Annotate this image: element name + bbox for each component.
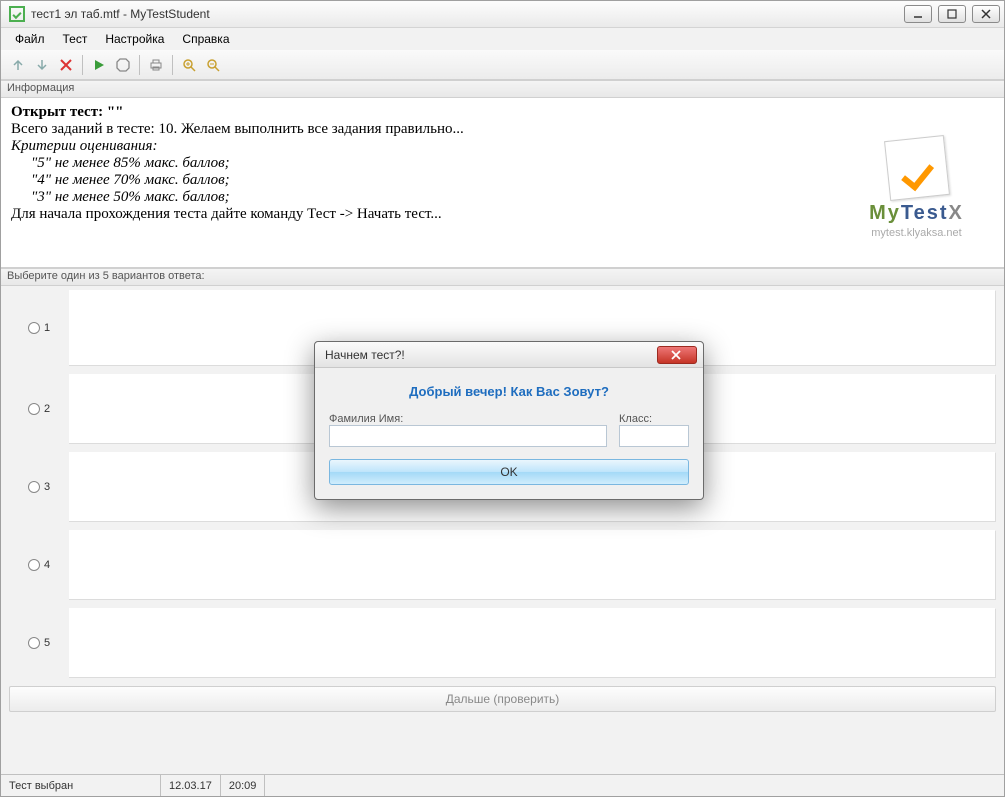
answer-row-5: 5 (9, 608, 996, 678)
status-state: Тест выбран (1, 775, 161, 796)
status-time: 20:09 (221, 775, 266, 796)
dialog-greeting: Добрый вечер! Как Вас Зовут? (329, 384, 689, 399)
checkmark-icon (884, 135, 950, 201)
statusbar: Тест выбран 12.03.17 20:09 (1, 774, 1004, 796)
info-pane: Открыт тест: "" Всего заданий в тесте: 1… (1, 98, 1004, 268)
menubar: Файл Тест Настройка Справка (1, 28, 1004, 50)
class-input[interactable] (619, 425, 689, 447)
toolbar-separator (139, 55, 140, 75)
answer-body-5 (69, 608, 996, 678)
start-test-dialog: Начнем тест?! Добрый вечер! Как Вас Зову… (314, 341, 704, 500)
toolbar (1, 50, 1004, 80)
answer-radio-5[interactable]: 5 (9, 608, 69, 678)
next-button[interactable]: Дальше (проверить) (9, 686, 996, 712)
stop-icon[interactable] (112, 54, 134, 76)
ok-button[interactable]: OK (329, 459, 689, 485)
zoom-out-icon[interactable] (202, 54, 224, 76)
radio-icon (28, 637, 40, 649)
answer-body-4 (69, 530, 996, 600)
zoom-in-icon[interactable] (178, 54, 200, 76)
menu-file[interactable]: Файл (7, 30, 53, 48)
radio-icon (28, 322, 40, 334)
answer-radio-4[interactable]: 4 (9, 530, 69, 600)
dialog-body: Добрый вечер! Как Вас Зовут? Фамилия Имя… (315, 368, 703, 499)
menu-help[interactable]: Справка (174, 30, 237, 48)
dialog-title: Начнем тест?! (325, 348, 405, 362)
minimize-button[interactable] (904, 5, 932, 23)
radio-icon (28, 403, 40, 415)
answer-radio-1[interactable]: 1 (9, 290, 69, 366)
maximize-button[interactable] (938, 5, 966, 23)
answer-radio-2[interactable]: 2 (9, 374, 69, 444)
toolbar-separator (172, 55, 173, 75)
brand-url: mytest.klyaksa.net (839, 227, 994, 239)
info-section-label: Информация (1, 80, 1004, 98)
answer-radio-3[interactable]: 3 (9, 452, 69, 522)
radio-icon (28, 559, 40, 571)
status-date: 12.03.17 (161, 775, 221, 796)
window-title: тест1 эл таб.mtf - MyTestStudent (31, 7, 210, 21)
toolbar-separator (82, 55, 83, 75)
print-icon[interactable] (145, 54, 167, 76)
radio-icon (28, 481, 40, 493)
titlebar: тест1 эл таб.mtf - MyTestStudent (1, 1, 1004, 28)
total-tasks-label: Всего заданий в тесте: 10. Желаем выполн… (11, 121, 994, 138)
brand-name: MyTestX (839, 202, 994, 225)
choose-section-label: Выберите один из 5 вариантов ответа: (1, 268, 1004, 286)
dialog-titlebar: Начнем тест?! (315, 342, 703, 368)
delete-icon[interactable] (55, 54, 77, 76)
app-logo: MyTestX mytest.klyaksa.net (839, 138, 994, 239)
answer-row-4: 4 (9, 530, 996, 600)
name-input[interactable] (329, 425, 607, 447)
play-icon[interactable] (88, 54, 110, 76)
dialog-close-button[interactable] (657, 346, 697, 364)
close-button[interactable] (972, 5, 1000, 23)
name-field-label: Фамилия Имя: (329, 413, 607, 425)
menu-test[interactable]: Тест (55, 30, 96, 48)
opened-test-label: Открыт тест: "" (11, 104, 994, 121)
arrow-down-icon[interactable] (31, 54, 53, 76)
window-controls (904, 5, 1000, 23)
app-icon (9, 6, 25, 22)
menu-settings[interactable]: Настройка (97, 30, 172, 48)
class-field-label: Класс: (619, 413, 689, 425)
arrow-up-left-icon[interactable] (7, 54, 29, 76)
